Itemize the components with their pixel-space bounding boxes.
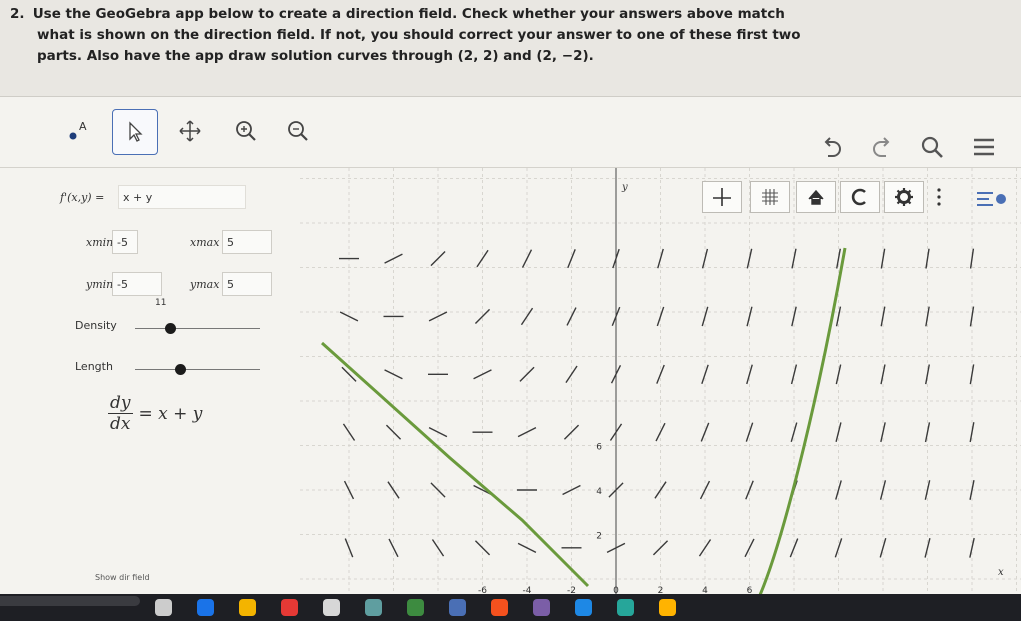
solution-curve-through-2-2: [758, 247, 847, 595]
point-tool-icon[interactable]: A: [56, 109, 100, 153]
density-label: Density: [75, 319, 117, 332]
ymax-input[interactable]: 5: [222, 272, 272, 296]
slope-segment: [566, 307, 577, 326]
ymin-input[interactable]: -5: [112, 272, 162, 296]
taskbar-app-icon[interactable]: [491, 599, 508, 616]
taskbar-app-icon[interactable]: [575, 599, 592, 616]
xmin-input[interactable]: -5: [112, 230, 138, 254]
problem-line-2: what is shown on the direction field. If…: [37, 27, 801, 43]
reset-icon[interactable]: [840, 181, 880, 213]
problem-line-1: Use the GeoGebra app below to create a d…: [32, 6, 785, 22]
move-graphics-icon[interactable]: [168, 109, 212, 153]
style-bar-icon[interactable]: [975, 188, 1007, 214]
slope-segment: [746, 306, 753, 327]
function-label: f'(x,y) =: [60, 191, 105, 204]
undo-icon[interactable]: [816, 129, 852, 165]
solution-curve-through-2-neg2: [320, 341, 590, 588]
taskbar: [0, 594, 1021, 621]
taskbar-handle[interactable]: [0, 596, 140, 606]
xmax-label: xmax: [190, 236, 220, 249]
length-slider-track[interactable]: [135, 369, 260, 370]
problem-statement: 2. Use the GeoGebra app below to create …: [10, 4, 870, 67]
length-slider-handle[interactable]: [175, 364, 186, 375]
slope-segment: [473, 369, 492, 380]
geogebra-app: A f'(x,y) = x + y xmin -5 xmax 5 ymin -5…: [0, 96, 1021, 595]
select-arrow-icon[interactable]: [112, 109, 158, 155]
redo-icon[interactable]: [862, 129, 898, 165]
density-min-value: 11: [155, 298, 167, 308]
taskbar-app-icon[interactable]: [659, 599, 676, 616]
y-axis-label: y: [621, 182, 628, 193]
taskbar-app-icon[interactable]: [617, 599, 634, 616]
y-tick-label: 2: [596, 532, 602, 542]
length-label: Length: [75, 360, 113, 373]
more-icon[interactable]: [935, 186, 943, 212]
slope-segment: [343, 480, 355, 500]
taskbar-app-icon[interactable]: [281, 599, 298, 616]
graph-canvas[interactable]: yx642-6 -4 -2 0 2 4 6: [300, 168, 1021, 595]
settings-icon[interactable]: [884, 181, 924, 213]
slope-segment: [701, 306, 709, 327]
ymin-label: ymin: [86, 278, 114, 291]
problem-number: 2.: [10, 6, 25, 22]
xmax-input[interactable]: 5: [222, 230, 272, 254]
slope-segment: [925, 306, 930, 327]
slope-segment: [517, 542, 537, 553]
slope-segment: [656, 306, 665, 327]
partial-label: Show dir field: [95, 573, 150, 582]
slope-segment: [880, 306, 886, 327]
ode-numerator: dy: [108, 393, 133, 414]
density-slider-track[interactable]: [135, 328, 260, 329]
toolbar: A: [0, 97, 1021, 168]
problem-line-3: parts. Also have the app draw solution c…: [37, 48, 594, 64]
slope-segment: [520, 307, 534, 326]
taskbar-app-icon[interactable]: [407, 599, 424, 616]
algebra-panel: f'(x,y) = x + y xmin -5 xmax 5 ymin -5 y…: [0, 168, 300, 595]
function-input[interactable]: x + y: [118, 185, 246, 209]
taskbar-app-icon[interactable]: [155, 599, 172, 616]
taskbar-app-icon[interactable]: [197, 599, 214, 616]
taskbar-app-icon[interactable]: [449, 599, 466, 616]
x-axis-label: x: [998, 567, 1004, 578]
y-tick-label: 4: [596, 487, 602, 497]
zoom-out-icon[interactable]: [276, 109, 320, 153]
taskbar-app-icon[interactable]: [365, 599, 382, 616]
taskbar-app-icon[interactable]: [533, 599, 550, 616]
slope-segment: [517, 427, 537, 438]
ode-equation: dy dx = x + y: [108, 393, 202, 434]
axes-icon[interactable]: [702, 181, 742, 213]
density-slider-handle[interactable]: [165, 323, 176, 334]
slope-segment: [428, 427, 448, 438]
ode-denominator: dx: [110, 414, 131, 434]
ymax-label: ymax: [190, 278, 220, 291]
slope-segment: [384, 369, 403, 380]
search-icon[interactable]: [914, 129, 950, 165]
zoom-in-icon[interactable]: [224, 109, 268, 153]
svg-text:A: A: [79, 120, 87, 133]
grid-icon[interactable]: [750, 181, 790, 213]
home-icon[interactable]: [796, 181, 836, 213]
slope-segment: [791, 306, 797, 327]
taskbar-app-icon[interactable]: [239, 599, 256, 616]
graphics-view[interactable]: y x 6 4 2 -6 -4 -2 0 2 4 6: [300, 168, 1021, 595]
menu-icon[interactable]: [966, 129, 1002, 165]
slope-segment: [384, 253, 403, 264]
ode-rhs: = x + y: [138, 403, 203, 424]
xmin-label: xmin: [86, 236, 114, 249]
y-tick-label: 6: [596, 443, 602, 453]
taskbar-app-icon[interactable]: [323, 599, 340, 616]
slope-segment: [969, 306, 975, 327]
slope-segment: [835, 306, 842, 327]
